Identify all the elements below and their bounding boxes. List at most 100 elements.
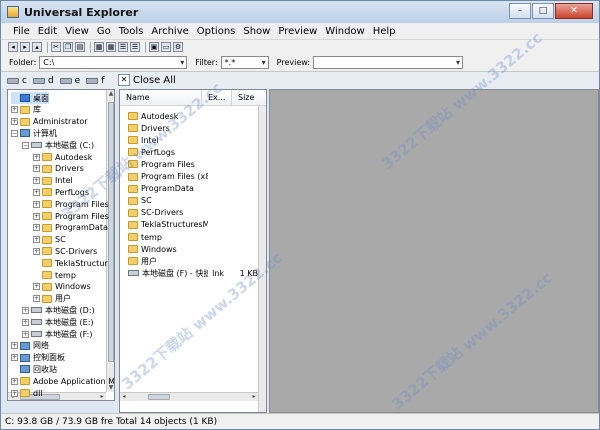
expand-icon[interactable]: + [33, 165, 40, 173]
preview-pane-icon[interactable]: ▣ [149, 42, 159, 52]
tree-node[interactable]: + 本地磁盘 (F:) [22, 328, 92, 340]
tree-node[interactable]: TeklaStructur [33, 257, 108, 269]
large-icons-view-icon[interactable]: ▦ [94, 42, 104, 52]
expand-icon[interactable]: + [22, 318, 29, 326]
filter-combo[interactable]: *.* [220, 56, 269, 69]
tree-node[interactable]: − 计算机 [11, 127, 57, 139]
menu-tools[interactable]: Tools [115, 26, 148, 37]
collapse-icon[interactable]: − [11, 129, 18, 137]
file-row[interactable]: PerfLogs [128, 146, 258, 158]
expand-icon[interactable]: + [22, 306, 29, 314]
file-list-horizontal-scrollbar[interactable]: ◂ ▸ [120, 392, 258, 401]
scroll-up-icon[interactable]: ▲ [107, 90, 114, 98]
settings-icon[interactable]: ⚙ [173, 42, 183, 52]
column-name[interactable]: Name [120, 90, 202, 105]
expand-icon[interactable]: + [33, 295, 40, 303]
tree-node[interactable]: + Program Files [33, 198, 109, 210]
expand-icon[interactable]: + [22, 330, 29, 338]
tree-node[interactable]: + SC-Drivers [33, 245, 97, 257]
paste-icon[interactable]: ▤ [75, 42, 85, 52]
menu-options[interactable]: Options [193, 26, 240, 37]
monitor-icon[interactable]: ▭ [161, 42, 171, 52]
scroll-right-icon[interactable]: ▸ [98, 393, 106, 400]
expand-icon[interactable]: + [11, 354, 18, 362]
file-row[interactable]: ProgramData [128, 183, 258, 195]
tree-node[interactable]: + Windows [33, 281, 91, 293]
collapse-icon[interactable]: − [22, 141, 29, 149]
tree-node[interactable]: + 用户 [33, 293, 71, 305]
expand-icon[interactable]: + [33, 224, 40, 232]
copy-icon[interactable]: ❐ [63, 42, 73, 52]
tree-node[interactable]: + Intel [33, 175, 73, 187]
tree-node[interactable]: + 本地磁盘 (E:) [22, 316, 94, 328]
file-row[interactable]: Program Files [128, 158, 258, 170]
menu-edit[interactable]: Edit [34, 26, 61, 37]
file-row[interactable]: SC [128, 195, 258, 207]
minimize-button[interactable]: – [509, 3, 531, 19]
close-button[interactable]: ✕ [555, 3, 593, 19]
expand-icon[interactable]: + [11, 106, 18, 114]
title-bar[interactable]: Universal Explorer – □ ✕ [1, 1, 599, 23]
expand-icon[interactable]: + [33, 188, 40, 196]
scroll-right-icon[interactable]: ▸ [250, 393, 258, 401]
tree-node[interactable]: + Autodesk [33, 151, 92, 163]
expand-icon[interactable]: + [33, 212, 40, 220]
menu-help[interactable]: Help [369, 26, 400, 37]
file-row[interactable]: SC-Drivers [128, 207, 258, 219]
maximize-button[interactable]: □ [532, 3, 554, 19]
tree-node[interactable]: + Adobe Application M [11, 375, 114, 387]
tree-node[interactable]: +手机电脑软素材 [11, 399, 89, 400]
tree-node[interactable]: temp [33, 269, 76, 281]
menu-archive[interactable]: Archive [147, 26, 192, 37]
forward-icon[interactable]: ▸ [20, 42, 30, 52]
preview-combo[interactable] [313, 56, 464, 69]
column-extension[interactable]: Ex... [202, 90, 232, 105]
tree-node[interactable]: + Program Files [33, 210, 109, 222]
file-row[interactable]: Program Files (x86) [128, 171, 258, 183]
details-view-icon[interactable]: ☰ [130, 42, 140, 52]
expand-icon[interactable]: + [11, 377, 18, 385]
cut-icon[interactable]: ✂ [51, 42, 61, 52]
up-folder-icon[interactable]: ▴ [32, 42, 42, 52]
tree-node[interactable]: + Administrator [11, 116, 88, 128]
menu-show[interactable]: Show [239, 26, 274, 37]
tree-node[interactable]: + ProgramData [33, 222, 108, 234]
list-view-icon[interactable]: ☰ [118, 42, 128, 52]
drive-c-button[interactable]: c [7, 76, 27, 86]
file-row[interactable]: Drivers [128, 122, 258, 134]
expand-icon[interactable]: + [11, 342, 18, 350]
expand-icon[interactable]: + [11, 118, 18, 126]
tree-node[interactable]: + 本地磁盘 (D:) [22, 304, 95, 316]
tree-vertical-scrollbar[interactable]: ▲ ▼ [106, 90, 114, 392]
tree-node[interactable]: + SC [33, 234, 66, 246]
menu-go[interactable]: Go [93, 26, 115, 37]
tree-node[interactable]: + PerfLogs [33, 186, 89, 198]
menu-window[interactable]: Window [321, 26, 368, 37]
folder-combo[interactable]: C:\ [39, 56, 188, 69]
expand-icon[interactable]: + [33, 247, 40, 255]
file-row[interactable]: Intel [128, 134, 258, 146]
menu-view[interactable]: View [61, 26, 93, 37]
tree-node[interactable]: + 库 [11, 104, 41, 116]
tree-node[interactable]: + Drivers [33, 163, 84, 175]
tree-node[interactable]: + 控制面板 [11, 352, 65, 364]
back-icon[interactable]: ◂ [8, 42, 18, 52]
tree-node[interactable]: − 本地磁盘 (C:) [22, 139, 94, 151]
drive-e-button[interactable]: e [59, 76, 80, 86]
expand-icon[interactable]: + [33, 200, 40, 208]
file-row[interactable]: Autodesk [128, 110, 258, 122]
tree-node[interactable]: + dll [11, 387, 43, 399]
expand-icon[interactable]: + [33, 177, 40, 185]
scroll-left-icon[interactable]: ◂ [120, 393, 128, 401]
expand-icon[interactable]: + [11, 389, 18, 397]
drive-d-button[interactable]: d [32, 76, 54, 86]
tree-node[interactable]: + 网络 [11, 340, 49, 352]
file-row[interactable]: 本地磁盘 (F) - 快捷... lnk 1 KB [128, 267, 258, 279]
expand-icon[interactable]: + [33, 153, 40, 161]
file-row[interactable]: Windows [128, 243, 258, 255]
scroll-thumb[interactable] [108, 102, 114, 362]
tree-node[interactable]: 桌面 [11, 92, 49, 104]
folder-tree[interactable]: ▲ ▼ ◂ ▸ 桌面 + 库 + Administrator − 计算机 − 本地磁盘 (C:)… [7, 89, 115, 401]
drive-f-button[interactable]: f [86, 76, 104, 86]
small-icons-view-icon[interactable]: ▦ [106, 42, 116, 52]
